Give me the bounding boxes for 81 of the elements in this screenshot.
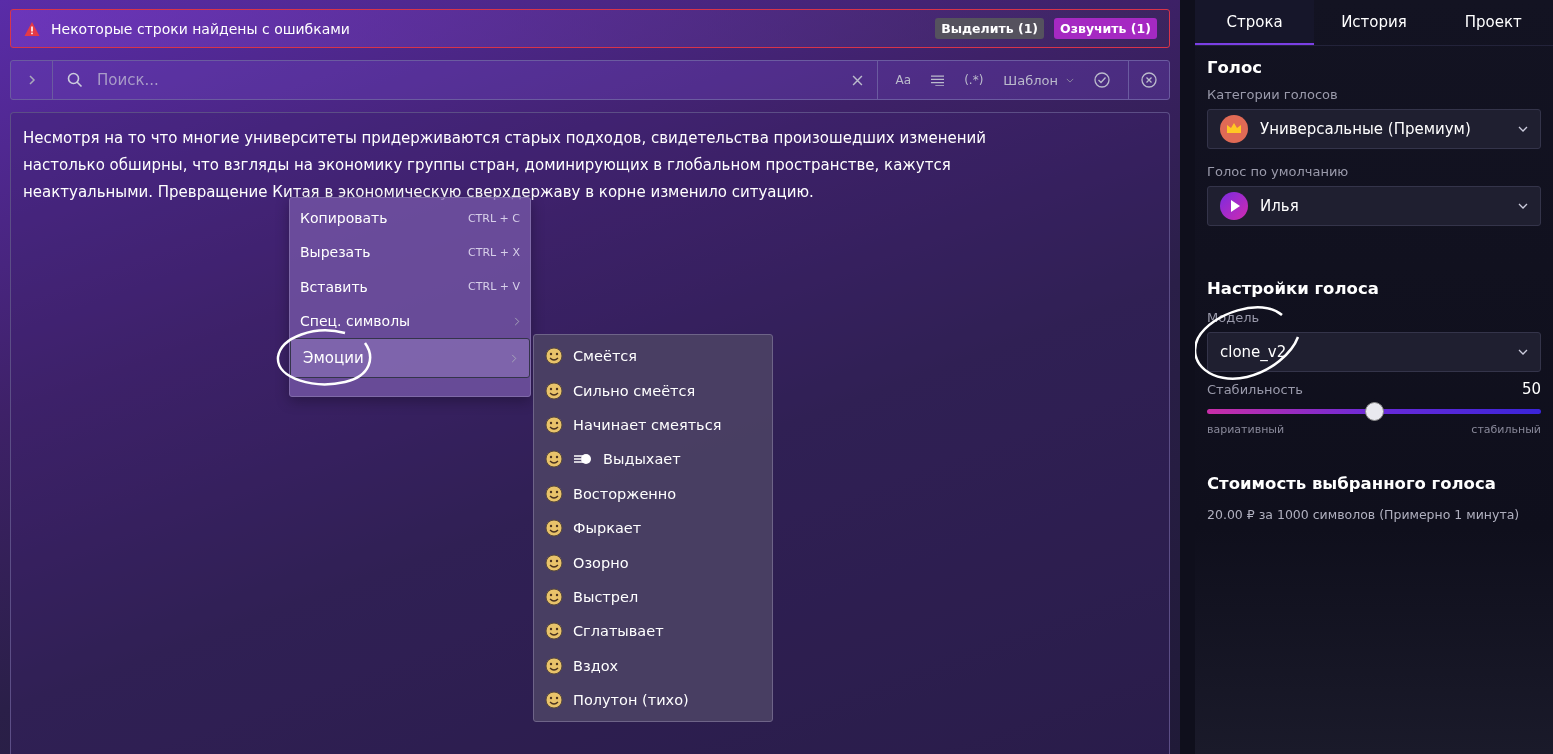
emotion-menu-item[interactable]: Сглатывает xyxy=(534,614,772,649)
slider-max-label: стабильный xyxy=(1471,423,1541,436)
emotion-menu-item[interactable]: Начинает смеяться xyxy=(534,407,772,443)
smiley-icon xyxy=(545,519,563,538)
caret-icon xyxy=(1518,203,1528,209)
close-circle-icon xyxy=(1141,72,1157,88)
voice-button[interactable]: Озвучить (1) xyxy=(1054,18,1157,39)
error-message: Некоторые строки найдены с ошибками xyxy=(51,20,350,37)
template-dropdown[interactable]: Шаблон xyxy=(1003,72,1074,88)
section-title: Голос xyxy=(1207,58,1264,77)
search-bar[interactable]: Поиск... Aa (.*) Шаблон xyxy=(10,60,1170,100)
context-menu-item[interactable]: Спец. символы xyxy=(290,303,530,339)
chevron-right-icon xyxy=(511,353,517,363)
emotion-menu-item[interactable]: Озорно xyxy=(534,545,772,580)
emotion-label: Вздох xyxy=(573,657,619,674)
slider-value: 50 xyxy=(1521,380,1541,398)
chevron-right-icon xyxy=(26,75,37,85)
emotion-menu-item[interactable]: Вздох xyxy=(534,648,772,683)
select-button[interactable]: Выделить (1) xyxy=(935,18,1045,39)
stability-slider[interactable] xyxy=(1207,403,1541,420)
emotion-menu-item[interactable]: Выстрел xyxy=(534,579,772,615)
context-menu-item[interactable]: Вырезать CTRL + X xyxy=(290,235,530,270)
emotion-menu-item[interactable]: Фыркает xyxy=(534,510,772,546)
emotion-label: Смеётся xyxy=(573,348,638,365)
caret-icon xyxy=(1518,349,1528,355)
warning-icon xyxy=(23,20,41,37)
emotion-menu-item[interactable]: Полутон (тихо) xyxy=(534,682,772,718)
search-icon xyxy=(67,72,83,88)
puff-icon xyxy=(573,452,593,467)
cost-text: 20.00 ₽ за 1000 символов (Примерно 1 минута) xyxy=(1207,507,1521,522)
search-option-button[interactable]: Aa xyxy=(895,73,912,87)
smiley-icon xyxy=(545,691,563,710)
category-select[interactable]: Универсальные (Премиум) xyxy=(1207,109,1541,149)
caret-icon xyxy=(1066,77,1074,83)
context-menu-item[interactable]: Копировать CTRL + C xyxy=(290,201,530,236)
panel-tab[interactable]: История xyxy=(1314,0,1434,45)
smiley-icon xyxy=(545,656,563,675)
emotion-label: Восторженно xyxy=(573,485,677,502)
emotion-menu-item[interactable]: Сильно смеётся xyxy=(534,373,772,408)
emotion-label: Фыркает xyxy=(573,520,642,537)
panel-tab[interactable]: Строка xyxy=(1195,0,1315,45)
check-circle-icon[interactable] xyxy=(1094,72,1110,88)
emotion-label: Выдыхает xyxy=(603,451,681,468)
lines-icon[interactable] xyxy=(931,74,945,86)
search-option-button[interactable]: (.*) xyxy=(964,73,984,87)
smiley-icon xyxy=(545,347,563,366)
slider-min-label: вариативный xyxy=(1207,423,1285,436)
search-input[interactable]: Поиск... xyxy=(95,70,840,90)
emotion-label: Полутон (тихо) xyxy=(573,692,689,709)
context-menu-item[interactable]: Вставить CTRL + V xyxy=(290,269,530,304)
editor-text: Несмотря на то что многие университеты придерживаются старых подходов, свидетельства произошедших изменений настолько обширны, что взгляды на экономику группы стран, доминирующих в глобальном пространстве, кажутся неактуальными. Превращение Китая в экономическую сверхдержаву в корне изменило ситуацию. xyxy=(23,128,988,203)
model-select[interactable]: clone_v2 xyxy=(1207,332,1541,372)
context-menu-item[interactable]: Эмоции xyxy=(290,338,530,379)
slider-thumb[interactable] xyxy=(1365,402,1384,421)
emotion-label: Сглатывает xyxy=(573,623,664,640)
smiley-icon xyxy=(545,450,563,469)
smiley-icon xyxy=(545,381,563,400)
field-label: Голос по умолчанию xyxy=(1207,164,1350,179)
emotion-menu-item[interactable]: Выдыхает xyxy=(534,442,772,477)
smiley-icon xyxy=(545,484,563,503)
emotion-label: Озорно xyxy=(573,554,629,571)
emotion-label: Начинает смеяться xyxy=(573,416,722,433)
chevron-right-icon xyxy=(514,316,520,326)
caret-icon xyxy=(1518,126,1528,132)
voice-select[interactable]: Илья xyxy=(1207,186,1541,226)
crown-icon xyxy=(1220,115,1248,143)
section-title: Стоимость выбранного голоса xyxy=(1207,474,1497,493)
play-icon xyxy=(1220,192,1248,220)
smiley-icon xyxy=(545,587,563,606)
field-label: Категории голосов xyxy=(1207,87,1339,102)
smiley-icon xyxy=(545,622,563,641)
emotion-menu-item[interactable]: Восторженно xyxy=(534,476,772,511)
emotion-label: Сильно смеётся xyxy=(573,382,696,399)
field-label: Стабильность xyxy=(1207,381,1303,397)
clear-icon[interactable] xyxy=(851,74,863,86)
smiley-icon xyxy=(545,415,563,434)
smiley-icon xyxy=(545,553,563,572)
panel-tab[interactable]: Проект xyxy=(1433,0,1553,45)
section-title: Настройки голоса xyxy=(1207,279,1380,298)
emotion-menu-item[interactable]: Смеётся xyxy=(534,339,772,374)
emotion-label: Выстрел xyxy=(573,588,639,605)
